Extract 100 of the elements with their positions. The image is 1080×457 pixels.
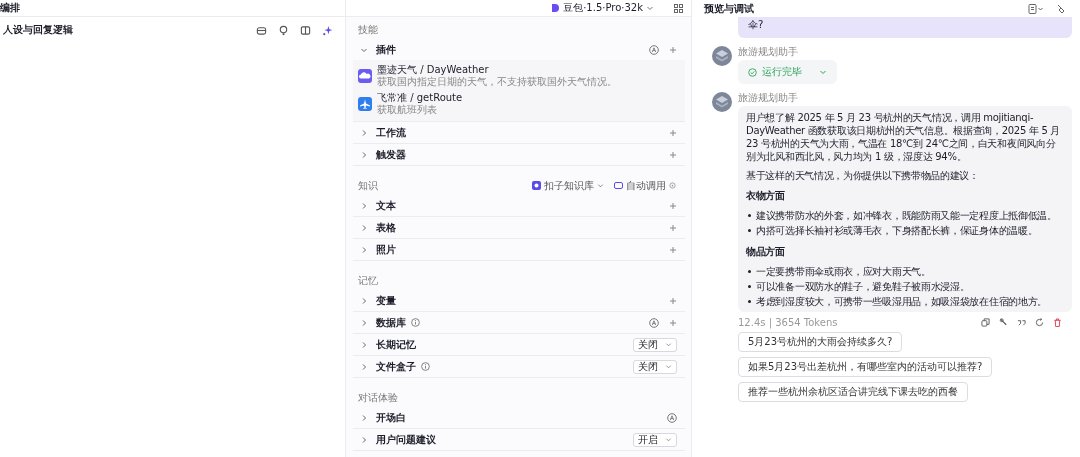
plugin-description: 获取国内指定日期的天气，不支持获取国外天气情况。 — [377, 76, 617, 88]
row-label[interactable]: 文本 — [376, 198, 396, 213]
add-icon[interactable] — [669, 296, 677, 305]
select-field[interactable]: 关闭 — [633, 337, 677, 352]
template-icon[interactable] — [256, 24, 267, 36]
chevron-down-icon — [819, 68, 827, 76]
answer-list-item: 内搭可选择长袖衬衫或薄毛衣，下身搭配长裤，保证身体的温暖。 — [756, 224, 1038, 238]
chevron-icon[interactable] — [360, 150, 368, 159]
row-label[interactable]: 表格 — [376, 220, 396, 235]
add-icon[interactable] — [669, 201, 677, 210]
section-label: 对话体验 — [358, 390, 399, 405]
chevron-icon[interactable] — [360, 245, 368, 254]
chevron-icon[interactable] — [360, 223, 368, 232]
sparkle-icon[interactable] — [322, 24, 333, 36]
check-circle-icon — [748, 67, 757, 77]
chevron-down-icon — [665, 363, 672, 370]
suggestion-chip[interactable]: 如果5月23号出差杭州，有哪些室内的活动可以推荐? — [738, 357, 993, 377]
section-title: 人设与回复逻辑 — [3, 23, 74, 37]
row-label[interactable]: 长期记忆 — [376, 337, 416, 352]
plugin-name[interactable]: 飞常准 / getRoute — [377, 92, 463, 104]
select-field[interactable]: 开启 — [633, 432, 677, 447]
database-icon — [532, 181, 541, 190]
document-icon[interactable] — [1028, 3, 1044, 14]
grid-icon[interactable] — [674, 3, 683, 13]
refresh-icon[interactable] — [1035, 318, 1044, 327]
bot-avatar — [712, 92, 732, 112]
auto-call-setting[interactable]: 自动调用 — [614, 178, 676, 193]
chevron-icon[interactable] — [360, 296, 368, 305]
row-label[interactable]: 文件盒子 — [376, 359, 416, 374]
add-icon[interactable] — [669, 45, 677, 54]
quote-icon[interactable] — [1017, 318, 1026, 327]
row-label[interactable]: 触发器 — [376, 147, 406, 162]
select-field[interactable]: 关闭 — [633, 359, 677, 374]
chevron-down-icon — [665, 436, 672, 443]
chevron-icon[interactable] — [360, 435, 368, 444]
bulb-icon[interactable] — [278, 24, 289, 36]
toggle-icon — [614, 181, 623, 190]
auto-icon[interactable] — [667, 412, 677, 423]
info-icon[interactable] — [421, 362, 430, 371]
gear-icon — [669, 182, 676, 189]
add-icon[interactable] — [669, 150, 677, 159]
panel-title: 预览与调试 — [704, 2, 754, 15]
knowledge-source-dropdown[interactable]: 扣子知识库 — [532, 178, 604, 193]
sender-name: 旅游规划助手 — [738, 92, 799, 103]
answer-paragraph: 基于这样的天气情况，为你提供以下携带物品的建议： — [746, 169, 980, 182]
row-label[interactable]: 用户问题建议 — [376, 432, 436, 447]
delete-icon[interactable] — [1053, 318, 1062, 327]
split-view-icon[interactable] — [300, 24, 311, 36]
chevron-icon[interactable] — [360, 201, 368, 210]
auto-icon[interactable] — [649, 317, 659, 328]
row-label[interactable]: 变量 — [376, 293, 396, 308]
chevron-icon[interactable] — [360, 128, 368, 137]
add-icon[interactable] — [669, 223, 677, 232]
wrench-icon[interactable] — [999, 318, 1008, 327]
chevron-down-icon — [597, 182, 604, 189]
bot-avatar — [712, 46, 732, 66]
chevron-icon[interactable] — [360, 362, 368, 371]
auto-icon[interactable] — [649, 44, 659, 55]
plane-app-icon — [358, 97, 372, 111]
bullet-icon — [748, 300, 751, 303]
row-label[interactable]: 照片 — [376, 242, 396, 257]
row-label[interactable]: 插件 — [376, 42, 396, 57]
row-label[interactable]: 工作流 — [376, 125, 406, 140]
sender-name: 旅游规划助手 — [738, 46, 799, 57]
suggestion-chip[interactable]: 推荐一些杭州余杭区适合讲完线下课去吃的西餐 — [738, 382, 968, 402]
answer-list-item: 一定要携带雨伞或雨衣，应对大雨天气。 — [756, 265, 931, 279]
bullet-icon — [748, 285, 751, 288]
answer-list-item: 建议携带防水的外套，如冲锋衣，既能防雨又能一定程度上抵御低温。 — [756, 209, 1057, 223]
page-title: 编排 — [0, 2, 20, 14]
add-icon[interactable] — [669, 245, 677, 254]
plugin-description: 获取航班列表 — [377, 104, 438, 116]
bullet-icon — [748, 229, 751, 232]
chevron-icon[interactable] — [360, 340, 368, 349]
cloud-app-icon — [358, 69, 372, 83]
response-stats: 12.4s | 3654 Tokens — [738, 317, 838, 328]
copy-icon[interactable] — [981, 318, 990, 327]
row-label[interactable]: 开场白 — [376, 410, 406, 425]
plugin-name[interactable]: 墨迹天气 / DayWeather — [377, 64, 617, 76]
chevron-down-icon — [665, 341, 672, 348]
chevron-icon[interactable] — [360, 318, 368, 327]
answer-list-item: 可以准备一双防水的鞋子，避免鞋子被雨水浸湿。 — [756, 280, 970, 294]
section-label: 记忆 — [358, 273, 379, 288]
answer-list-item: 考虑到湿度较大，可携带一些吸湿用品，如吸湿袋放在住宿的地方。 — [756, 295, 1047, 309]
suggestion-chip[interactable]: 5月23号杭州的大雨会持续多久? — [738, 332, 903, 352]
model-logo-icon — [551, 3, 561, 13]
info-icon[interactable] — [411, 318, 420, 327]
section-label: 知识 — [358, 178, 379, 193]
answer-paragraph: 用户想了解 2025 年 5 月 23 号杭州的天气情况，调用 mojitianqi-DayWeather 函数获取该日期杭州的天气信息。根据查询，2025 年 5 月 23 号杭州的天气为大雨，气温在 18℃到 24℃之间，白天和夜间风向分别为北风和西北风，风力均为 1 级，湿度达 94%。 — [746, 111, 1062, 163]
add-icon[interactable] — [669, 318, 677, 327]
chevron-down-icon — [646, 4, 654, 12]
row-label[interactable]: 数据库 — [376, 315, 406, 330]
user-message: 伞? — [738, 17, 1072, 38]
add-icon[interactable] — [669, 128, 677, 137]
answer-heading: 衣物方面 — [746, 189, 786, 203]
bullet-icon — [748, 270, 751, 273]
chevron-icon[interactable] — [360, 413, 368, 422]
section-label: 技能 — [358, 22, 379, 37]
answer-heading: 物品方面 — [746, 245, 786, 259]
status-text: 运行完毕 — [762, 65, 802, 79]
bullet-icon — [748, 214, 751, 217]
